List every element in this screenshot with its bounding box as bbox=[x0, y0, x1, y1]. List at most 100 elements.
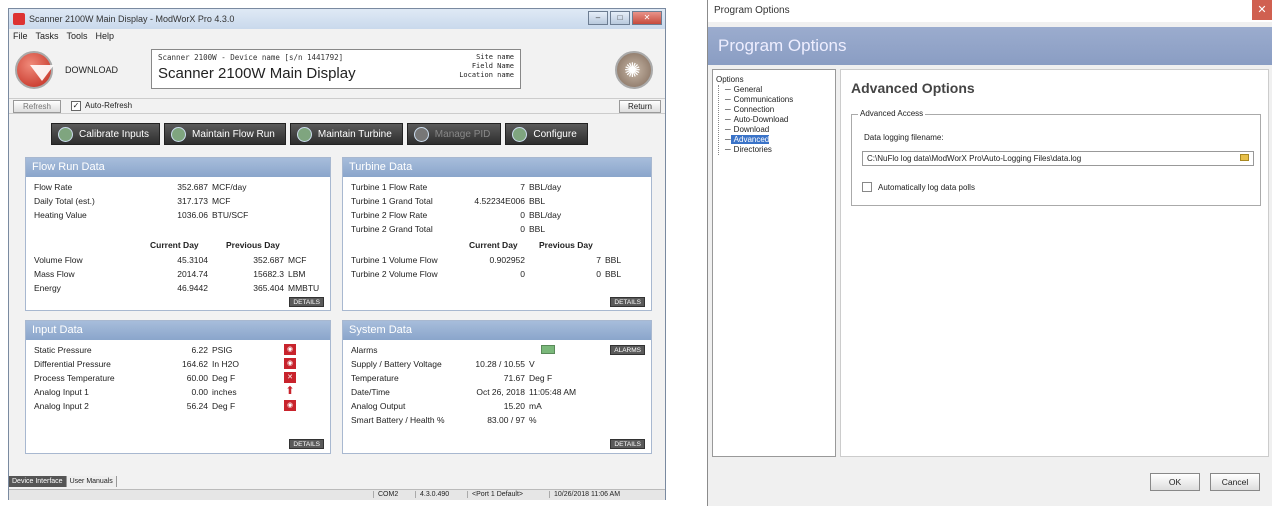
status-version: 4.3.0.490 bbox=[415, 491, 449, 498]
flow-run-panel: Flow Run Data Flow Rate 352.687 MCF/day … bbox=[25, 157, 331, 311]
daily-total-value: 317.173 bbox=[177, 196, 208, 206]
analog-input-2-label: Analog Input 2 bbox=[34, 401, 89, 411]
menu-file[interactable]: File bbox=[13, 31, 28, 41]
nav-bar: Calibrate Inputs Maintain Flow Run Maint… bbox=[51, 123, 588, 145]
maintain-turbine-button[interactable]: Maintain Turbine bbox=[289, 123, 403, 145]
flow-rate-unit: MCF/day bbox=[212, 182, 247, 192]
refresh-button[interactable]: Refresh bbox=[13, 100, 61, 113]
menu-tools[interactable]: Tools bbox=[67, 31, 88, 41]
temperature-value: 71.67 bbox=[503, 373, 525, 383]
tree-children: ─ General ─ Communications ─ Connection ─ Au… bbox=[718, 85, 832, 155]
turbine-icon bbox=[296, 126, 312, 142]
turbine-details-button[interactable]: DETAILS bbox=[610, 297, 645, 307]
supply-voltage-value: 10.28 / 10.55 bbox=[475, 359, 525, 369]
tree-item-advanced[interactable]: Advanced bbox=[730, 135, 770, 144]
supply-voltage-label: Supply / Battery Voltage bbox=[351, 359, 442, 369]
system-panel: System Data Alarms ALARMS Supply / Batte… bbox=[342, 320, 652, 454]
pid-icon bbox=[413, 126, 429, 142]
energy-unit: MMBTU bbox=[288, 283, 320, 293]
dialog-close-icon[interactable]: ✕ bbox=[1252, 0, 1272, 20]
manage-pid-label: Manage PID bbox=[434, 128, 491, 140]
device-location: Site name Field Name Location name bbox=[459, 53, 514, 80]
static-pressure-unit: PSIG bbox=[212, 345, 233, 355]
error-x-icon[interactable]: ✕ bbox=[284, 372, 296, 383]
diff-pressure-label: Differential Pressure bbox=[34, 359, 111, 369]
refresh-toolbar: Refresh ✓ Auto-Refresh Return bbox=[9, 98, 665, 114]
manage-pid-button[interactable]: Manage PID bbox=[406, 123, 502, 145]
tree-item-auto-download[interactable]: Auto-Download bbox=[731, 115, 789, 124]
system-details-button[interactable]: DETAILS bbox=[610, 439, 645, 449]
tab-user-manuals[interactable]: User Manuals bbox=[66, 476, 117, 487]
tree-item-directories[interactable]: Directories bbox=[731, 145, 772, 154]
auto-log-checkbox[interactable] bbox=[862, 182, 872, 192]
supply-voltage-unit: V bbox=[529, 359, 535, 369]
ok-button[interactable]: OK bbox=[1150, 473, 1200, 491]
folder-icon[interactable] bbox=[1240, 154, 1249, 161]
close-button[interactable]: ✕ bbox=[632, 11, 662, 25]
lock-icon[interactable]: ◉ bbox=[284, 358, 296, 369]
configure-icon bbox=[512, 126, 528, 142]
configure-label: Configure bbox=[533, 128, 577, 140]
advanced-options-heading: Advanced Options bbox=[851, 80, 975, 96]
previous-day-header: Previous Day bbox=[226, 240, 280, 250]
heating-value-value: 1036.06 bbox=[177, 210, 208, 220]
logging-filename-label: Data logging filename: bbox=[864, 133, 944, 142]
status-port: COM2 bbox=[373, 491, 398, 498]
site-name: Site name bbox=[476, 53, 514, 61]
calibrate-inputs-button[interactable]: Calibrate Inputs bbox=[51, 123, 161, 145]
t1-volume-flow-previous: 7 bbox=[596, 255, 601, 265]
auto-refresh-checkbox[interactable]: ✓ bbox=[71, 101, 81, 111]
lock-icon[interactable]: ◉ bbox=[284, 344, 296, 355]
smart-battery-label: Smart Battery / Health % bbox=[351, 415, 445, 425]
download-button[interactable] bbox=[15, 51, 54, 89]
t2-volume-flow-unit: BBL bbox=[605, 269, 622, 279]
turbine-title: Turbine Data bbox=[343, 158, 651, 177]
tree-item-download-row: ─ Download bbox=[725, 125, 770, 134]
app-logo-icon bbox=[13, 13, 25, 25]
menu-help[interactable]: Help bbox=[96, 31, 115, 41]
tab-device-interface[interactable]: Device Interface bbox=[9, 476, 67, 487]
advanced-access-legend: Advanced Access bbox=[858, 109, 926, 118]
alarms-label: Alarms bbox=[351, 345, 378, 355]
warning-arrow-icon[interactable]: ⬆ bbox=[284, 386, 296, 397]
tree-root-options[interactable]: Options bbox=[716, 75, 832, 85]
minimize-button[interactable]: – bbox=[588, 11, 608, 25]
flow-run-details-button[interactable]: DETAILS bbox=[289, 297, 324, 307]
process-temp-unit: Deg F bbox=[212, 373, 236, 383]
analog-input-1-value: 0.00 bbox=[191, 387, 208, 397]
tree-item-communications[interactable]: Communications bbox=[731, 95, 794, 104]
maintain-flow-run-button[interactable]: Maintain Flow Run bbox=[164, 123, 286, 145]
window-title: Scanner 2100W Main Display - ModWorX Pro… bbox=[29, 14, 235, 24]
auto-refresh-label: Auto-Refresh bbox=[85, 101, 133, 110]
energy-previous: 365.404 bbox=[253, 283, 284, 293]
menu-tasks[interactable]: Tasks bbox=[36, 31, 59, 41]
download-arrow-icon bbox=[30, 65, 54, 81]
input-title: Input Data bbox=[26, 321, 330, 340]
download-label[interactable]: DOWNLOAD bbox=[65, 65, 118, 75]
logging-filename-input[interactable]: C:\NuFlo log data\ModWorX Pro\Auto-Loggi… bbox=[862, 151, 1254, 166]
cancel-button[interactable]: Cancel bbox=[1210, 473, 1260, 491]
configure-button[interactable]: Configure bbox=[505, 123, 588, 145]
tree-item-connection[interactable]: Connection bbox=[731, 105, 774, 114]
current-day-header: Current Day bbox=[150, 240, 199, 250]
turbine-panel: Turbine Data Turbine 1 Flow Rate 7 BBL/d… bbox=[342, 157, 652, 311]
lock-icon[interactable]: ◉ bbox=[284, 400, 296, 411]
maximize-button[interactable]: □ bbox=[610, 11, 630, 25]
turbine-current-day-header: Current Day bbox=[469, 240, 518, 250]
t1-grand-total-value: 4.52234E006 bbox=[474, 196, 525, 206]
volume-flow-unit: MCF bbox=[288, 255, 307, 265]
flow-rate-label: Flow Rate bbox=[34, 182, 73, 192]
tree-item-general[interactable]: General bbox=[731, 85, 762, 94]
analog-input-2-unit: Deg F bbox=[212, 401, 236, 411]
auto-log-label: Automatically log data polls bbox=[878, 183, 975, 192]
alarms-button[interactable]: ALARMS bbox=[610, 345, 645, 355]
return-button[interactable]: Return bbox=[619, 100, 661, 113]
analog-input-1-unit: inches bbox=[212, 387, 237, 397]
analog-output-unit: mA bbox=[529, 401, 542, 411]
system-title: System Data bbox=[343, 321, 651, 340]
options-content: Advanced Options Advanced Access Data lo… bbox=[840, 69, 1269, 457]
turbine-button[interactable]: ✺ bbox=[615, 51, 653, 89]
datetime-date: Oct 26, 2018 bbox=[476, 387, 525, 397]
input-details-button[interactable]: DETAILS bbox=[289, 439, 324, 449]
tree-item-download[interactable]: Download bbox=[731, 125, 770, 134]
